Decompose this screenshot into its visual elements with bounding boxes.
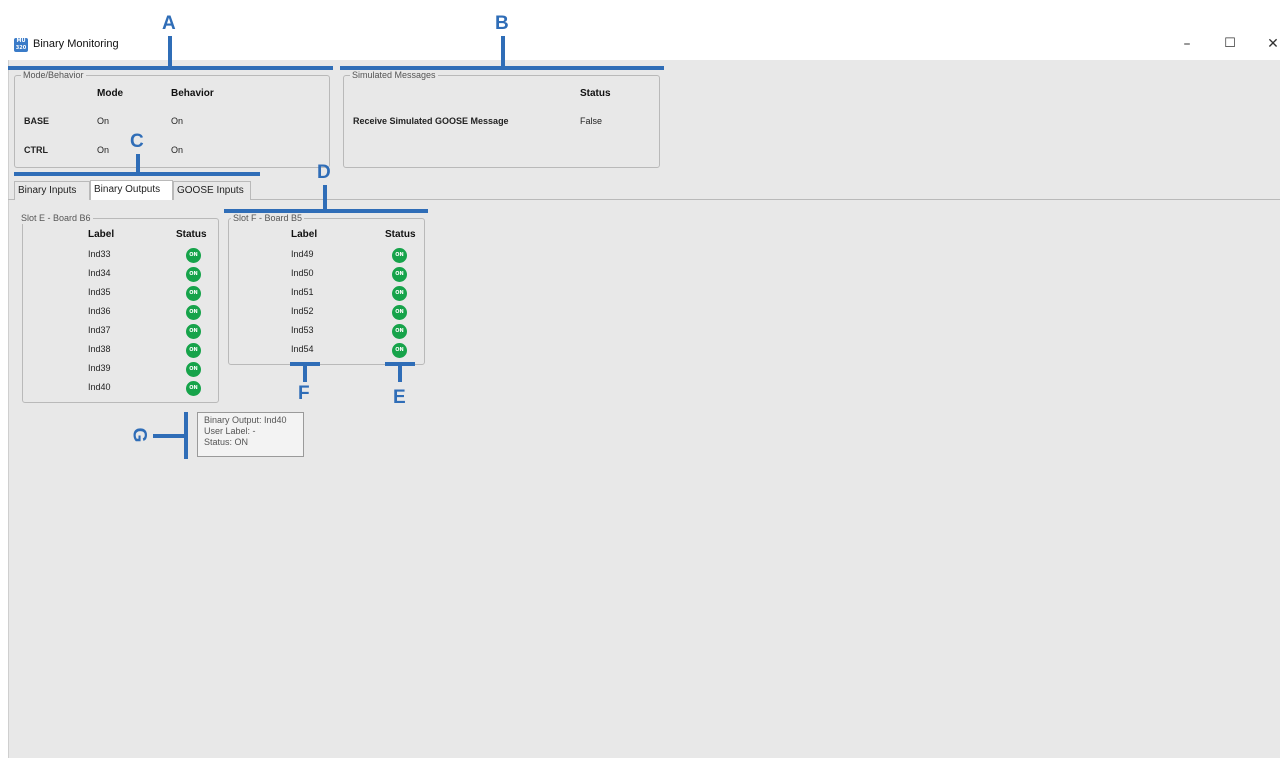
status-on-indicator[interactable]: ON	[186, 305, 201, 320]
simulated-goose-status: False	[580, 116, 603, 126]
window-title: Binary Monitoring	[33, 38, 119, 50]
title-bar: MU 320 Binary Monitoring – ☐ ✕	[0, 0, 1280, 60]
annotation-stem-b	[501, 36, 505, 68]
slot-e-status-header: Status	[176, 229, 207, 240]
slot-e-row-label: Ind38	[88, 344, 111, 354]
annotation-stem-e	[398, 362, 402, 382]
status-on-indicator[interactable]: ON	[392, 286, 407, 301]
simulated-status-header: Status	[580, 88, 611, 99]
annotation-letter-a: A	[162, 13, 176, 34]
slot-e-row-label: Ind37	[88, 325, 111, 335]
slot-f-row-label: Ind54	[291, 344, 314, 354]
annotation-bracket-g	[184, 412, 188, 459]
minimize-button[interactable]: –	[1175, 34, 1199, 54]
mode-row-name: CTRL	[24, 145, 48, 155]
slot-e-row-label: Ind36	[88, 306, 111, 316]
status-on-indicator[interactable]: ON	[186, 324, 201, 339]
annotation-letter-b: B	[495, 13, 509, 34]
slot-f-legend: Slot F - Board B5	[231, 212, 305, 224]
annotation-bracket-d	[224, 209, 428, 213]
annotation-bracket-a	[8, 66, 333, 70]
annotation-letter-e: E	[393, 387, 406, 408]
annotation-letter-f: F	[298, 383, 310, 404]
annotation-bracket-c	[14, 172, 260, 176]
status-on-indicator[interactable]: ON	[186, 286, 201, 301]
slot-f-row-label: Ind51	[291, 287, 314, 297]
status-on-indicator[interactable]: ON	[392, 324, 407, 339]
slot-e-row-label: Ind34	[88, 268, 111, 278]
app-icon: MU 320	[14, 38, 28, 52]
close-button[interactable]: ✕	[1261, 34, 1280, 54]
annotation-letter-c: C	[130, 131, 144, 152]
annotation-bracket-b	[340, 66, 664, 70]
mode-row-behavior: On	[171, 145, 184, 155]
slot-e-row-label: Ind33	[88, 249, 111, 259]
annotation-stem-g	[153, 434, 186, 438]
behavior-column-header: Behavior	[171, 88, 214, 99]
slot-e-legend: Slot E - Board B6	[19, 212, 93, 224]
mode-row-mode: On	[97, 116, 110, 126]
mode-row-behavior: On	[171, 116, 184, 126]
slot-e-row-label: Ind35	[88, 287, 111, 297]
slot-e-label-header: Label	[88, 229, 115, 240]
status-on-indicator[interactable]: ON	[392, 267, 407, 282]
tab-goose-inputs[interactable]: GOOSE Inputs	[173, 181, 251, 200]
status-on-indicator[interactable]: ON	[392, 343, 407, 358]
status-on-indicator[interactable]: ON	[392, 248, 407, 263]
tooltip-line: Status: ON	[204, 437, 249, 447]
annotation-letter-g: G	[128, 427, 150, 443]
tooltip-line: Binary Output: Ind40	[204, 415, 287, 425]
slot-f-status-header: Status	[385, 229, 416, 240]
status-on-indicator[interactable]: ON	[186, 381, 201, 396]
tab-binary-outputs[interactable]: Binary Outputs	[90, 180, 173, 200]
simulated-messages-legend: Simulated Messages	[350, 69, 438, 81]
mode-row-name: BASE	[24, 116, 50, 126]
annotation-stem-f	[303, 362, 307, 382]
slot-f-row-label: Ind49	[291, 249, 314, 259]
tab-binary-inputs[interactable]: Binary Inputs	[14, 181, 90, 200]
status-on-indicator[interactable]: ON	[186, 248, 201, 263]
status-on-indicator[interactable]: ON	[186, 362, 201, 377]
annotation-stem-d	[323, 185, 327, 211]
slot-f-row-label: Ind50	[291, 268, 314, 278]
annotation-stem-a	[168, 36, 172, 68]
slot-f-row-label: Ind52	[291, 306, 314, 316]
maximize-button[interactable]: ☐	[1218, 34, 1242, 54]
status-on-indicator[interactable]: ON	[186, 267, 201, 282]
tooltip-line: User Label: -	[204, 426, 256, 436]
slot-e-row-label: Ind40	[88, 382, 111, 392]
slot-f-row-label: Ind53	[291, 325, 314, 335]
slot-f-label-header: Label	[291, 229, 318, 240]
status-on-indicator[interactable]: ON	[392, 305, 407, 320]
slot-e-row-label: Ind39	[88, 363, 111, 373]
mode-behavior-legend: Mode/Behavior	[21, 69, 86, 81]
annotation-stem-c	[136, 154, 140, 174]
mode-column-header: Mode	[97, 88, 124, 99]
status-on-indicator[interactable]: ON	[186, 343, 201, 358]
simulated-goose-label: Receive Simulated GOOSE Message	[353, 116, 509, 126]
annotation-letter-d: D	[317, 162, 331, 183]
mode-row-mode: On	[97, 145, 110, 155]
status-tooltip: Binary Output: Ind40 User Label: - Statu…	[197, 412, 304, 457]
